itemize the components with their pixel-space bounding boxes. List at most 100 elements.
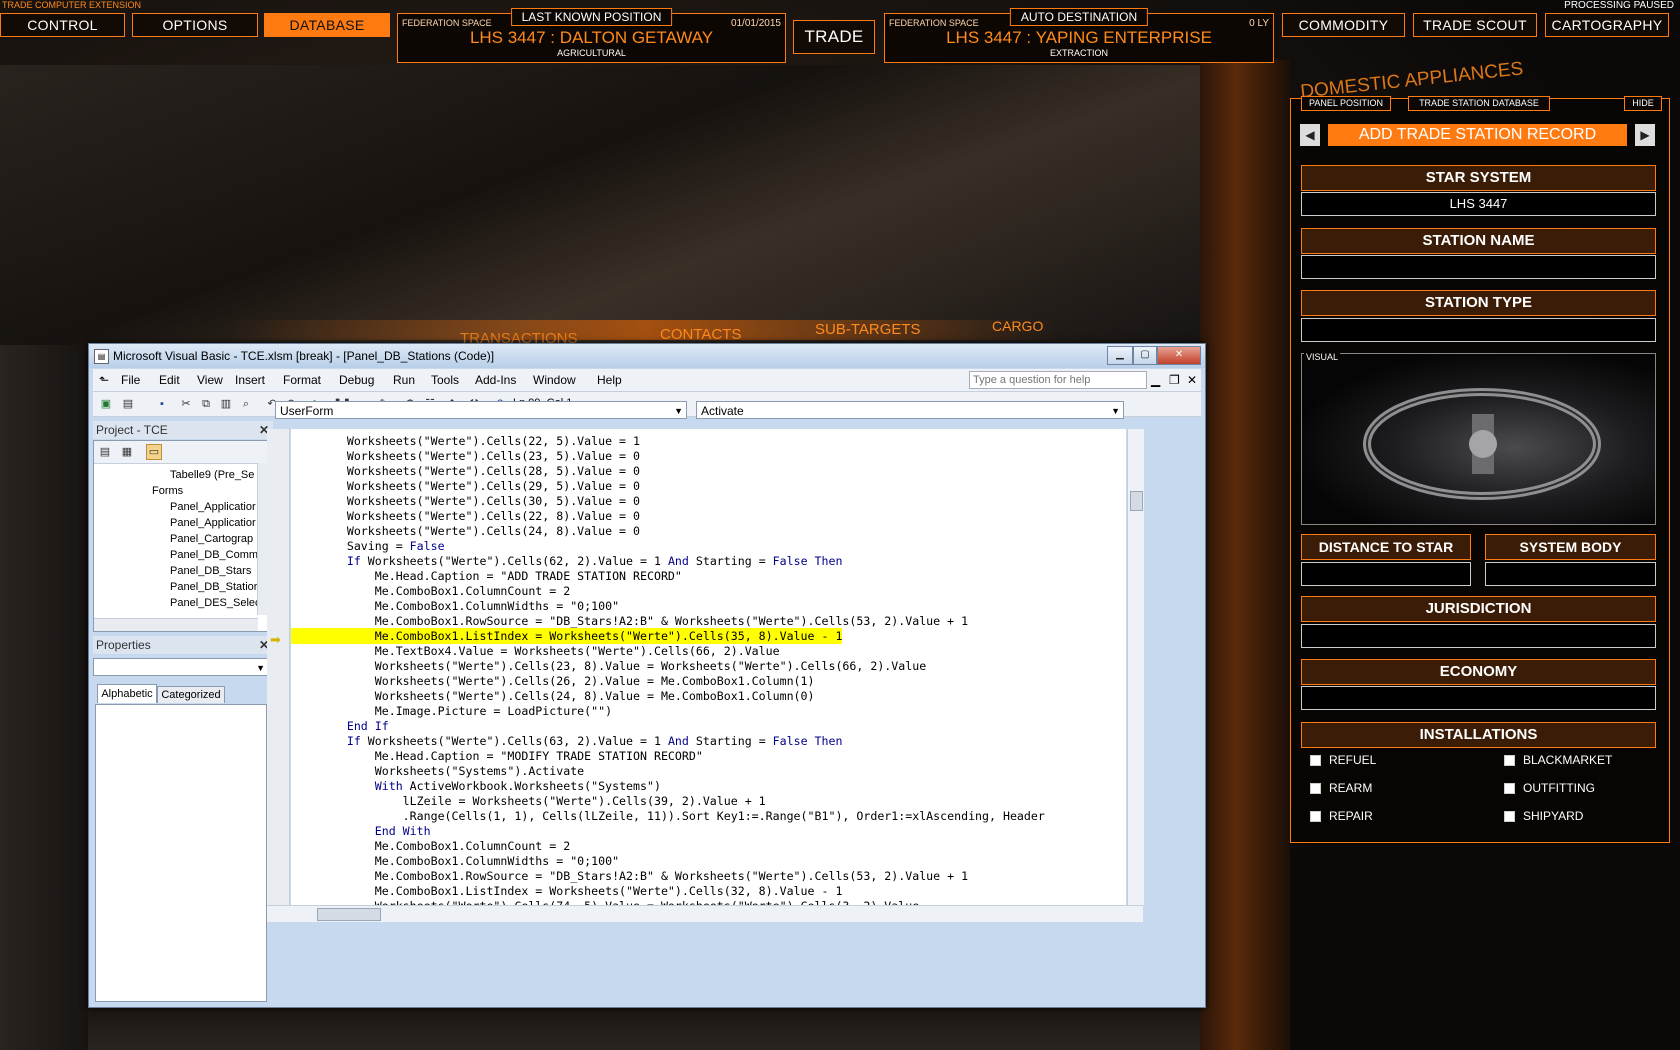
code-line[interactable]: lLZeile = Worksheets("Werte").Cells(39, … xyxy=(291,793,766,809)
code-line[interactable]: Worksheets("Werte").Cells(23, 8).Value =… xyxy=(291,658,926,674)
code-line[interactable]: Me.Head.Caption = "ADD TRADE STATION REC… xyxy=(291,568,682,584)
menu-icon[interactable]: ⬑ xyxy=(99,373,109,387)
minimize-button[interactable]: ▁ xyxy=(1107,346,1133,365)
code-line[interactable]: Me.ComboBox1.ColumnCount = 2 xyxy=(291,583,570,599)
jurisdiction-field[interactable] xyxy=(1301,624,1656,648)
menu-tools[interactable]: Tools xyxy=(431,373,459,387)
save-icon[interactable]: ▪ xyxy=(155,397,169,411)
tree-folder-forms[interactable]: Forms xyxy=(152,485,183,497)
refuel-checkbox[interactable]: REFUEL xyxy=(1310,753,1376,767)
excel-icon[interactable]: ▣ xyxy=(99,397,113,411)
tree-item[interactable]: Panel_DES_Selec xyxy=(170,597,261,609)
menu-run[interactable]: Run xyxy=(393,373,415,387)
code-line[interactable]: If Worksheets("Werte").Cells(62, 2).Valu… xyxy=(291,553,843,569)
cut-icon[interactable]: ✂ xyxy=(179,397,193,411)
code-line[interactable]: End With xyxy=(291,823,431,839)
next-arrow-button[interactable]: ▶ xyxy=(1635,124,1655,146)
hscroll-thumb[interactable] xyxy=(317,908,381,921)
code-line[interactable]: Me.TextBox4.Value = Worksheets("Werte").… xyxy=(291,643,780,659)
tree-item[interactable]: Panel_Cartograp xyxy=(170,533,253,545)
code-line[interactable]: Me.ComboBox1.ColumnCount = 2 xyxy=(291,838,570,854)
tree-item[interactable]: Panel_Applicatior xyxy=(170,517,256,529)
tree-item[interactable]: Panel_Applicatior xyxy=(170,501,256,513)
distance-to-star-field[interactable] xyxy=(1301,562,1471,586)
help-search-input[interactable] xyxy=(969,371,1147,389)
tab-trade-station-database[interactable]: TRADE STATION DATABASE xyxy=(1408,96,1550,111)
menu-debug[interactable]: Debug xyxy=(339,373,374,387)
code-line[interactable]: Worksheets("Werte").Cells(26, 2).Value =… xyxy=(291,673,815,689)
trade-button[interactable]: TRADE xyxy=(793,20,875,54)
repair-checkbox[interactable]: REPAIR xyxy=(1310,809,1373,823)
code-line[interactable]: If Worksheets("Werte").Cells(63, 2).Valu… xyxy=(291,733,843,749)
code-line[interactable]: Me.Image.Picture = LoadPicture("") xyxy=(291,703,612,719)
code-line[interactable]: Me.ComboBox1.RowSource = "DB_Stars!A2:B"… xyxy=(291,613,968,629)
close-button[interactable]: ✕ xyxy=(1157,346,1201,365)
nav-commodity[interactable]: COMMODITY xyxy=(1282,13,1405,37)
copy-icon[interactable]: ⧉ xyxy=(199,397,213,411)
tab-hide[interactable]: HIDE xyxy=(1624,96,1662,111)
tab-categorized[interactable]: Categorized xyxy=(157,686,225,703)
maximize-button[interactable]: ▢ xyxy=(1133,346,1157,365)
star-system-field[interactable]: LHS 3447 xyxy=(1301,192,1656,216)
nav-options[interactable]: OPTIONS xyxy=(132,13,258,37)
code-line[interactable]: Worksheets("Werte").Cells(24, 8).Value =… xyxy=(291,523,640,539)
tab-panel-position[interactable]: PANEL POSITION xyxy=(1301,96,1391,111)
code-editor[interactable]: Worksheets("Werte").Cells(22, 5).Value =… xyxy=(291,429,1126,905)
blackmarket-checkbox[interactable]: BLACKMARKET xyxy=(1504,753,1612,767)
nav-control[interactable]: CONTROL xyxy=(0,13,125,37)
code-line[interactable]: Me.ComboBox1.ListIndex = Worksheets("Wer… xyxy=(291,883,843,899)
properties-object-select[interactable]: ▼ xyxy=(93,658,269,676)
code-line[interactable]: Worksheets("Werte").Cells(22, 5).Value =… xyxy=(291,433,640,449)
nav-trade-scout[interactable]: TRADE SCOUT xyxy=(1413,13,1537,37)
rearm-checkbox[interactable]: REARM xyxy=(1310,781,1372,795)
scroll-thumb[interactable] xyxy=(1130,491,1143,511)
find-icon[interactable]: ⌕ xyxy=(239,397,253,411)
code-line[interactable]: Worksheets("Werte").Cells(24, 8).Value =… xyxy=(291,688,815,704)
mdi-minimize-icon[interactable]: ▁ xyxy=(1151,373,1160,387)
project-hscrollbar[interactable] xyxy=(94,618,258,631)
shipyard-checkbox[interactable]: SHIPYARD xyxy=(1504,809,1583,823)
menu-edit[interactable]: Edit xyxy=(159,373,180,387)
vb-titlebar[interactable]: ▤ Microsoft Visual Basic - TCE.xlsm [bre… xyxy=(89,344,1205,368)
menu-insert[interactable]: Insert xyxy=(235,373,265,387)
code-line[interactable]: With ActiveWorkbook.Worksheets("Systems"… xyxy=(291,778,661,794)
menu-view[interactable]: View xyxy=(197,373,223,387)
economy-field[interactable] xyxy=(1301,686,1656,710)
paste-icon[interactable]: ▥ xyxy=(219,397,233,411)
code-line[interactable]: Worksheets("Werte").Cells(74, 5).Value =… xyxy=(291,898,919,905)
code-line[interactable]: Me.ComboBox1.ListIndex = Worksheets("Wer… xyxy=(291,628,843,644)
code-line[interactable]: Me.ComboBox1.ColumnWidths = "0;100" xyxy=(291,853,619,869)
code-line[interactable]: Me.ComboBox1.RowSource = "DB_Stars!A2:B"… xyxy=(291,868,968,884)
mdi-close-icon[interactable]: ✕ xyxy=(1187,373,1197,387)
tab-alphabetic[interactable]: Alphabetic xyxy=(97,684,157,703)
toggle-folders-icon[interactable]: ▭ xyxy=(146,444,162,460)
code-line[interactable]: Worksheets("Werte").Cells(29, 5).Value =… xyxy=(291,478,640,494)
tree-item[interactable]: Panel_DB_Comm xyxy=(170,549,258,561)
mdi-restore-icon[interactable]: ❐ xyxy=(1169,373,1180,387)
system-body-field[interactable] xyxy=(1485,562,1656,586)
code-line[interactable]: End If xyxy=(291,718,389,734)
code-line[interactable]: Worksheets("Werte").Cells(23, 5).Value =… xyxy=(291,448,640,464)
prev-arrow-button[interactable]: ◀ xyxy=(1300,124,1320,146)
code-line[interactable]: Saving = False xyxy=(291,538,445,554)
station-name-field[interactable] xyxy=(1301,255,1656,279)
procedure-select[interactable]: Activate ▼ xyxy=(696,401,1124,419)
insert-userform-icon[interactable]: ▤ xyxy=(121,397,135,411)
view-code-icon[interactable]: ▤ xyxy=(98,445,112,459)
menu-file[interactable]: File xyxy=(121,373,140,387)
outfitting-checkbox[interactable]: OUTFITTING xyxy=(1504,781,1595,795)
code-line[interactable]: .Range(Cells(1, 1), Cells(lLZeile, 11)).… xyxy=(291,808,1045,824)
nav-database[interactable]: DATABASE xyxy=(264,13,390,37)
view-object-icon[interactable]: ▦ xyxy=(120,445,134,459)
tree-item[interactable]: Tabelle9 (Pre_Se xyxy=(170,469,254,481)
code-line[interactable]: Me.Head.Caption = "MODIFY TRADE STATION … xyxy=(291,748,703,764)
code-hscrollbar[interactable] xyxy=(267,905,1143,922)
menu-window[interactable]: Window xyxy=(533,373,576,387)
nav-cartography[interactable]: CARTOGRAPHY xyxy=(1545,13,1669,37)
menu-addins[interactable]: Add-Ins xyxy=(475,373,516,387)
menu-help[interactable]: Help xyxy=(597,373,622,387)
code-line[interactable]: Worksheets("Werte").Cells(22, 8).Value =… xyxy=(291,508,640,524)
tree-item[interactable]: Panel_DB_Statior xyxy=(170,581,257,593)
station-type-field[interactable] xyxy=(1301,318,1656,342)
menu-format[interactable]: Format xyxy=(283,373,321,387)
